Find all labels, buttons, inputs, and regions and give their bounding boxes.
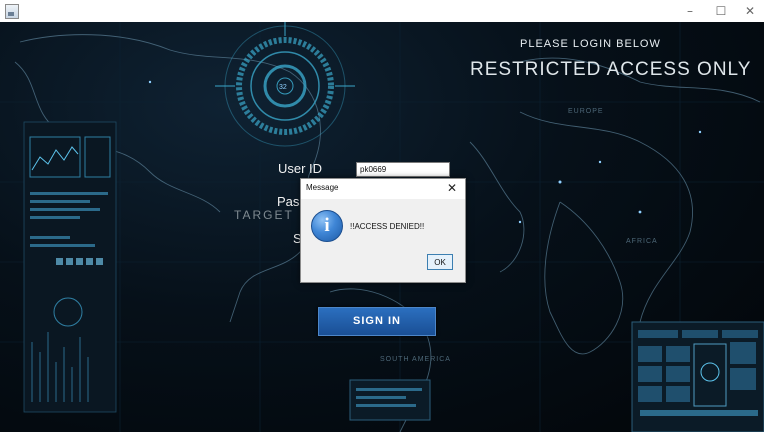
sign-in-button[interactable]: SIGN IN bbox=[318, 307, 436, 336]
target-label: TARGET bbox=[234, 208, 294, 222]
dialog-title: Message bbox=[306, 183, 339, 192]
left-hud-panel bbox=[23, 121, 117, 413]
user-id-label: User ID bbox=[278, 161, 323, 176]
map-label-europe: EUROPE bbox=[568, 108, 604, 115]
map-label-africa: AFRICA bbox=[626, 238, 658, 245]
app-icon bbox=[5, 4, 19, 19]
restricted-access-heading: RESTRICTED ACCESS ONLY bbox=[470, 59, 752, 80]
maximize-button[interactable]: ☐ bbox=[707, 1, 735, 21]
user-id-input[interactable] bbox=[356, 162, 450, 177]
message-dialog: Message ✕ i !!ACCESS DENIED!! OK bbox=[300, 178, 466, 283]
dialog-message: !!ACCESS DENIED!! bbox=[350, 222, 425, 231]
map-label-south-america: SOUTH AMERICA bbox=[380, 356, 451, 363]
close-button[interactable]: ✕ bbox=[736, 1, 764, 21]
please-login-heading: PLEASE LOGIN BELOW bbox=[520, 38, 661, 50]
dialog-titlebar[interactable]: Message ✕ bbox=[301, 179, 465, 199]
hud-dial-number: 32 bbox=[279, 84, 287, 91]
right-hud-panel bbox=[631, 321, 764, 432]
minimize-button[interactable]: – bbox=[676, 1, 704, 21]
info-icon: i bbox=[311, 210, 343, 242]
ok-button[interactable]: OK bbox=[427, 254, 453, 270]
window-titlebar: – ☐ ✕ bbox=[0, 0, 764, 22]
dialog-close-icon[interactable]: ✕ bbox=[447, 181, 457, 195]
